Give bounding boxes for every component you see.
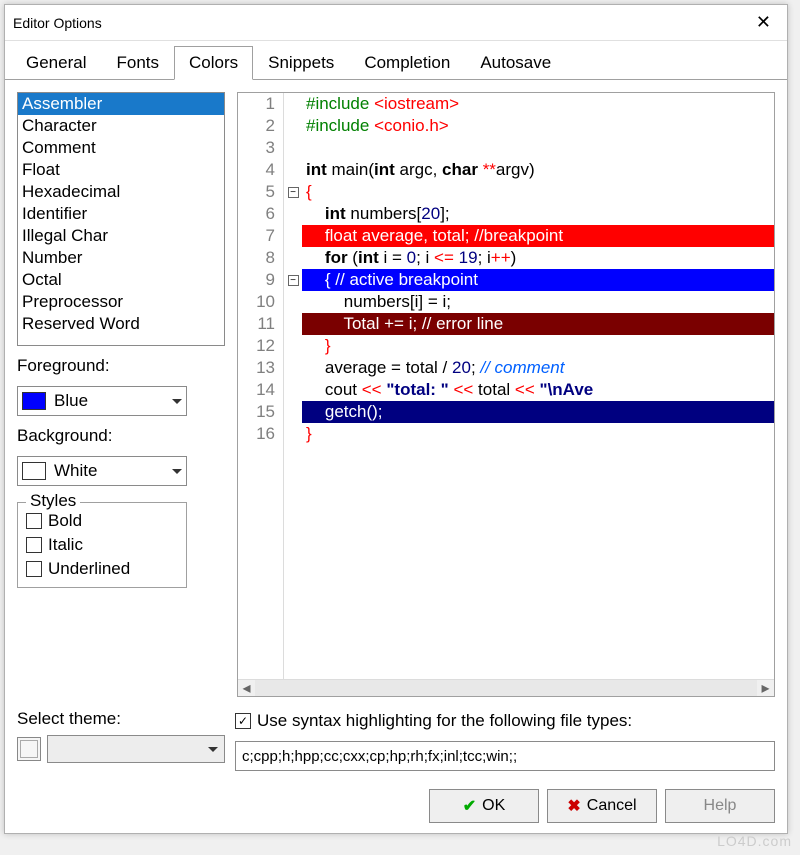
- list-item[interactable]: Reserved Word: [18, 313, 224, 335]
- list-item[interactable]: Number: [18, 247, 224, 269]
- syntax-highlight-label: Use syntax highlighting for the followin…: [257, 711, 632, 731]
- tabbar: GeneralFontsColorsSnippetsCompletionAuto…: [5, 41, 787, 80]
- underlined-checkbox[interactable]: [26, 561, 42, 577]
- bold-checkbox[interactable]: [26, 513, 42, 529]
- code-line: getch();: [302, 401, 774, 423]
- chevron-down-icon: [172, 399, 182, 404]
- content-area: AssemblerCharacterCommentFloatHexadecima…: [5, 80, 787, 709]
- background-swatch: [22, 462, 46, 480]
- help-button[interactable]: Help: [665, 789, 775, 823]
- disk-icon[interactable]: [17, 737, 41, 761]
- ok-label: OK: [482, 797, 505, 815]
- horizontal-scrollbar[interactable]: ◂ ▸: [238, 679, 774, 696]
- watermark: LO4D.com: [717, 833, 792, 849]
- editor-options-dialog: Editor Options ✕ GeneralFontsColorsSnipp…: [4, 4, 788, 834]
- code-line: for (int i = 0; i <= 19; i++): [302, 247, 774, 269]
- bold-label: Bold: [48, 511, 82, 531]
- syntax-element-list[interactable]: AssemblerCharacterCommentFloatHexadecima…: [17, 92, 225, 346]
- fold-column: −−: [284, 93, 302, 679]
- button-bar: ✔ OK ✖ Cancel Help: [5, 783, 787, 833]
- select-theme-label: Select theme:: [17, 709, 225, 729]
- fold-icon[interactable]: −: [288, 275, 299, 286]
- code-line: }: [302, 335, 774, 357]
- list-item[interactable]: Octal: [18, 269, 224, 291]
- list-item[interactable]: Hexadecimal: [18, 181, 224, 203]
- filetypes-value: c;cpp;h;hpp;cc;cxx;cp;hp;rh;fx;inl;tcc;w…: [242, 748, 517, 765]
- code-line: float average, total; //breakpoint: [302, 225, 774, 247]
- scroll-left-icon[interactable]: ◂: [238, 680, 255, 696]
- code-line: average = total / 20; // comment: [302, 357, 774, 379]
- background-value: White: [54, 461, 97, 481]
- check-icon: ✔: [463, 796, 476, 816]
- list-item[interactable]: Identifier: [18, 203, 224, 225]
- cross-icon: ✖: [567, 796, 580, 816]
- tab-colors[interactable]: Colors: [174, 46, 253, 80]
- list-item[interactable]: Float: [18, 159, 224, 181]
- code-line: }: [302, 423, 774, 445]
- list-item[interactable]: Assembler: [18, 93, 224, 115]
- window-title: Editor Options: [13, 15, 748, 31]
- foreground-value: Blue: [54, 391, 88, 411]
- tab-completion[interactable]: Completion: [349, 46, 465, 80]
- code-line: #include <conio.h>: [302, 115, 774, 137]
- tab-snippets[interactable]: Snippets: [253, 46, 349, 80]
- close-icon[interactable]: ✕: [748, 10, 779, 35]
- background-label: Background:: [17, 426, 225, 446]
- code-preview: 12345678910111213141516 −− #include <ios…: [237, 92, 775, 697]
- background-combo[interactable]: White: [17, 456, 187, 486]
- chevron-down-icon: [208, 747, 218, 752]
- code-line: { // active breakpoint: [302, 269, 774, 291]
- styles-group: Styles Bold Italic Underlined: [17, 502, 187, 588]
- tab-fonts[interactable]: Fonts: [101, 46, 174, 80]
- syntax-highlight-checkbox[interactable]: ✓: [235, 713, 251, 729]
- code-line: numbers[i] = i;: [302, 291, 774, 313]
- chevron-down-icon: [172, 469, 182, 474]
- help-label: Help: [704, 797, 737, 815]
- ok-button[interactable]: ✔ OK: [429, 789, 539, 823]
- tab-autosave[interactable]: Autosave: [465, 46, 566, 80]
- scroll-right-icon[interactable]: ▸: [757, 680, 774, 696]
- filetypes-input[interactable]: c;cpp;h;hpp;cc;cxx;cp;hp;rh;fx;inl;tcc;w…: [235, 741, 775, 771]
- code-line: int main(int argc, char **argv): [302, 159, 774, 181]
- italic-checkbox[interactable]: [26, 537, 42, 553]
- code-line: cout << "total: " << total << "\nAve: [302, 379, 774, 401]
- tab-general[interactable]: General: [11, 46, 101, 80]
- line-gutter: 12345678910111213141516: [238, 93, 284, 679]
- left-column: AssemblerCharacterCommentFloatHexadecima…: [17, 92, 225, 697]
- list-item[interactable]: Preprocessor: [18, 291, 224, 313]
- code-line: {: [302, 181, 774, 203]
- titlebar: Editor Options ✕: [5, 5, 787, 41]
- foreground-label: Foreground:: [17, 356, 225, 376]
- code-line: [302, 137, 774, 159]
- bottom-panel: Select theme: ✓ Use syntax highlighting …: [5, 709, 787, 783]
- code-line: int numbers[20];: [302, 203, 774, 225]
- theme-combo[interactable]: [47, 735, 225, 763]
- cancel-label: Cancel: [587, 797, 637, 815]
- list-item[interactable]: Character: [18, 115, 224, 137]
- styles-legend: Styles: [26, 491, 80, 511]
- code-column: #include <iostream>#include <conio.h> int…: [302, 93, 774, 679]
- underlined-label: Underlined: [48, 559, 130, 579]
- code-line: #include <iostream>: [302, 93, 774, 115]
- scroll-track[interactable]: [255, 680, 757, 696]
- italic-label: Italic: [48, 535, 83, 555]
- code-line: Total += i; // error line: [302, 313, 774, 335]
- list-item[interactable]: Comment: [18, 137, 224, 159]
- list-item[interactable]: Illegal Char: [18, 225, 224, 247]
- cancel-button[interactable]: ✖ Cancel: [547, 789, 657, 823]
- foreground-swatch: [22, 392, 46, 410]
- fold-icon[interactable]: −: [288, 187, 299, 198]
- foreground-combo[interactable]: Blue: [17, 386, 187, 416]
